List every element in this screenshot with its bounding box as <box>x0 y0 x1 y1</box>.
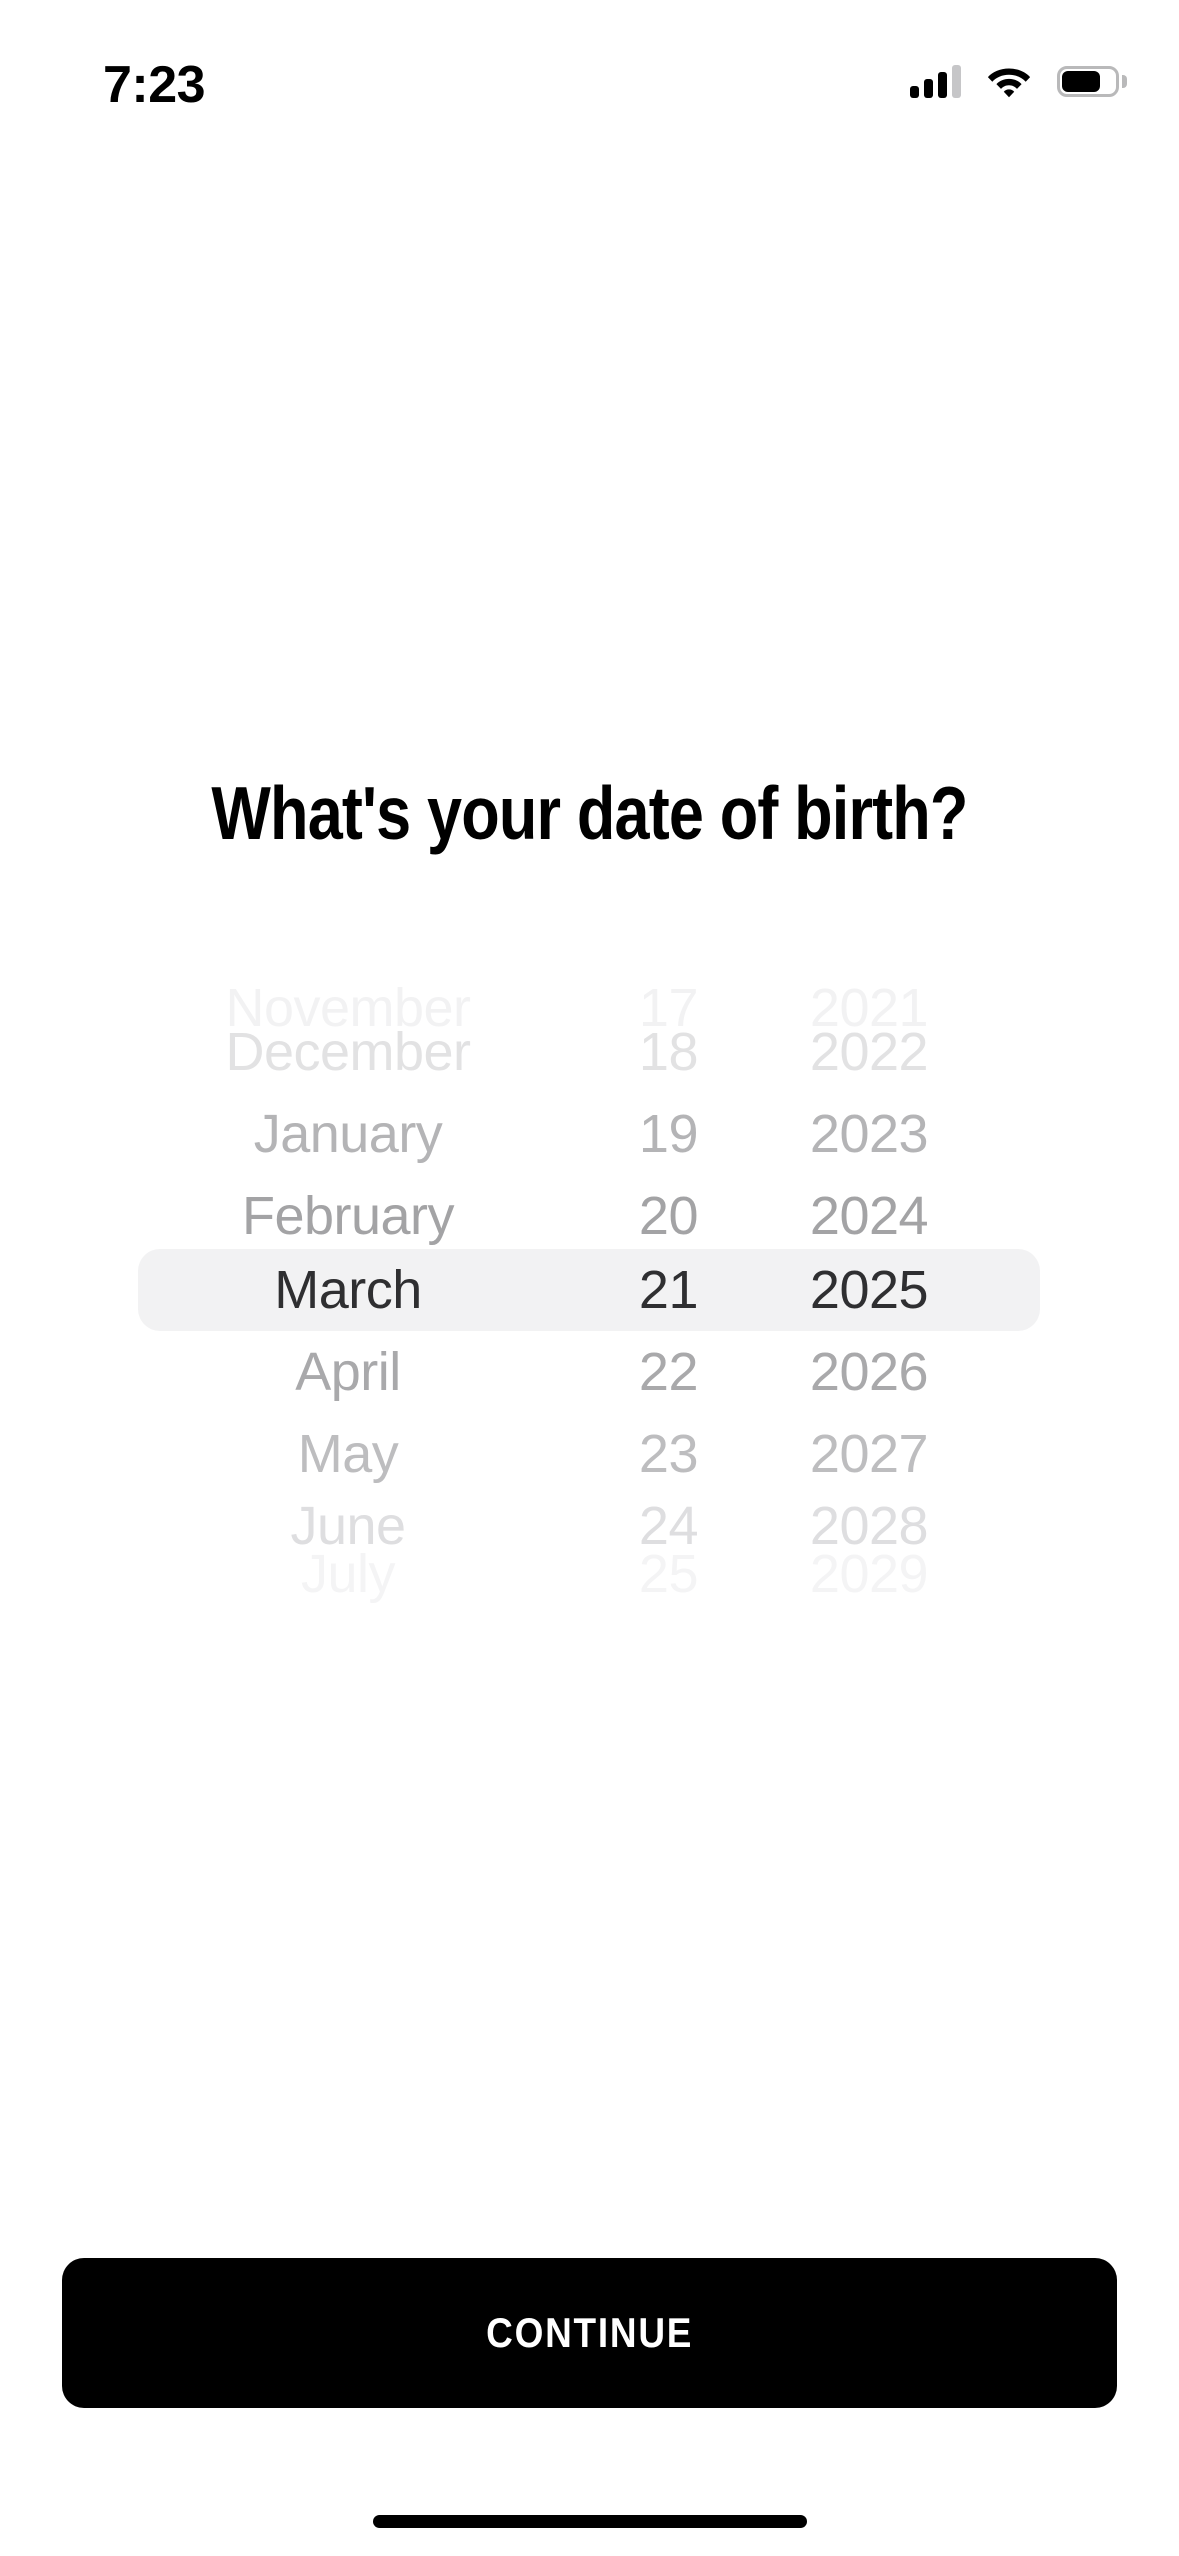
status-bar-time: 7:23 <box>103 56 206 114</box>
picker-row[interactable]: January 19 2023 <box>138 1093 1040 1175</box>
status-bar-icons <box>910 58 1127 104</box>
picker-month-value[interactable]: July <box>138 1543 558 1605</box>
page-title: What's your date of birth? <box>211 771 968 855</box>
continue-button[interactable]: CONTINUE <box>62 2258 1117 2408</box>
picker-month-value[interactable]: December <box>138 1021 558 1083</box>
battery-icon <box>1057 65 1127 97</box>
picker-row-selected[interactable]: March 21 2025 <box>138 1249 1040 1331</box>
wifi-icon <box>987 64 1031 98</box>
picker-day-value[interactable]: 25 <box>558 1543 699 1605</box>
picker-year-value[interactable]: 2023 <box>698 1103 1040 1165</box>
picker-day-value[interactable]: 18 <box>558 1021 699 1083</box>
picker-year-value[interactable]: 2022 <box>698 1021 1040 1083</box>
cellular-signal-icon <box>910 64 961 98</box>
picker-year-value-selected[interactable]: 2025 <box>698 1259 1040 1321</box>
picker-month-value[interactable]: January <box>138 1103 558 1165</box>
picker-month-value-selected[interactable]: March <box>138 1259 558 1321</box>
date-of-birth-picker[interactable]: November 17 2021 December 18 2022 Januar… <box>138 978 1040 1604</box>
picker-month-value[interactable]: April <box>138 1341 558 1403</box>
picker-year-value[interactable]: 2024 <box>698 1185 1040 1247</box>
picker-day-value[interactable]: 19 <box>558 1103 699 1165</box>
picker-month-value[interactable]: May <box>138 1423 558 1485</box>
picker-day-value[interactable]: 22 <box>558 1341 699 1403</box>
picker-day-value-selected[interactable]: 21 <box>558 1259 699 1321</box>
picker-day-value[interactable]: 20 <box>558 1185 699 1247</box>
picker-year-value[interactable]: 2029 <box>698 1543 1040 1605</box>
phone-screen: 7:23 What's your date of birth? November… <box>0 0 1179 2556</box>
picker-row[interactable]: May 23 2027 <box>138 1413 1040 1495</box>
continue-button-label: CONTINUE <box>485 2309 694 2356</box>
picker-row[interactable]: December 18 2022 <box>138 1011 1040 1093</box>
picker-day-value[interactable]: 23 <box>558 1423 699 1485</box>
picker-row[interactable]: April 22 2026 <box>138 1331 1040 1413</box>
picker-row[interactable]: February 20 2024 <box>138 1175 1040 1257</box>
picker-month-value[interactable]: February <box>138 1185 558 1247</box>
picker-year-value[interactable]: 2027 <box>698 1423 1040 1485</box>
status-bar: 7:23 <box>0 0 1179 140</box>
picker-row[interactable]: July 25 2029 <box>138 1533 1040 1615</box>
home-indicator <box>372 2515 807 2528</box>
picker-year-value[interactable]: 2026 <box>698 1341 1040 1403</box>
